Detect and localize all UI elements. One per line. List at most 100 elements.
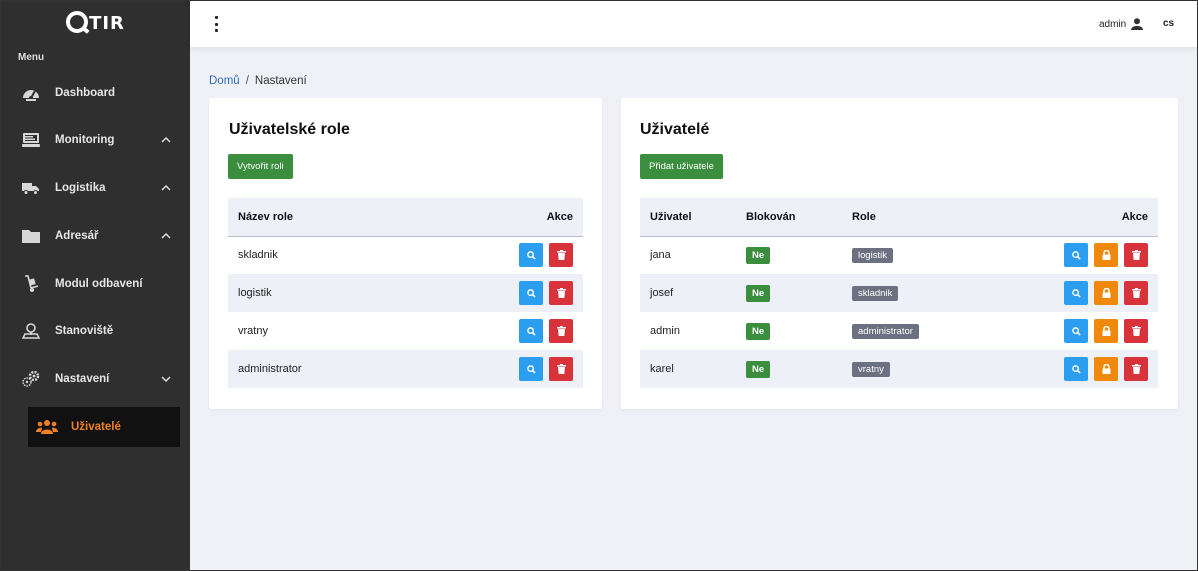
language-switch[interactable]: cs <box>1163 18 1174 29</box>
app-logo[interactable]: TIR <box>1 11 190 34</box>
search-icon <box>1071 364 1081 374</box>
monitor-icon <box>21 130 41 150</box>
view-role-button[interactable] <box>519 357 543 381</box>
sidebar-item-label: Modul odbavení <box>55 278 143 290</box>
table-row: skladnik <box>228 236 583 274</box>
view-role-button[interactable] <box>519 243 543 268</box>
sidebar-item-label: Adresář <box>55 230 99 242</box>
dashboard-gauge-icon <box>21 83 41 103</box>
sidebar-item-monitoring[interactable]: Monitoring <box>1 122 190 158</box>
breadcrumb-current: Nastavení <box>254 75 307 87</box>
sidebar-item-adresar[interactable]: Adresář <box>1 218 190 254</box>
users-group-icon <box>36 417 58 437</box>
search-icon <box>1071 250 1081 260</box>
table-row: administrator <box>228 350 583 388</box>
user-name: admin <box>650 325 680 337</box>
table-row: logistik <box>228 274 583 312</box>
create-role-button[interactable]: Vytvořit roli <box>228 154 293 179</box>
user-icon <box>1131 18 1144 30</box>
trash-icon <box>1131 288 1141 298</box>
hand-truck-icon <box>21 274 41 294</box>
sidebar-item-label: Dashboard <box>55 87 116 99</box>
column-header-actions: Akce <box>1121 210 1148 223</box>
search-icon <box>1071 326 1081 336</box>
sidebar-item-stanoviste[interactable]: Stanoviště <box>1 313 190 349</box>
column-header-role-name[interactable]: Název role <box>228 198 409 236</box>
trash-icon <box>1131 364 1141 374</box>
sidebar-item-label: Nastavení <box>55 373 110 385</box>
lock-icon <box>1102 364 1110 374</box>
delete-role-button[interactable] <box>549 319 573 343</box>
sidebar-subitem-label: Uživatelé <box>71 421 121 433</box>
blocked-badge: Ne <box>746 360 771 378</box>
trash-icon <box>556 364 566 374</box>
view-user-button[interactable] <box>1064 357 1088 381</box>
sidebar-item-nastaveni[interactable]: Nastavení <box>1 361 190 397</box>
chevron-up-icon[interactable] <box>161 231 171 241</box>
blocked-badge: Ne <box>746 246 771 264</box>
trash-icon <box>1131 250 1141 261</box>
truck-icon <box>21 178 41 198</box>
username: admin <box>1099 18 1127 30</box>
block-user-button[interactable] <box>1094 281 1118 305</box>
view-role-button[interactable] <box>519 281 543 305</box>
gears-icon <box>21 369 41 389</box>
user-menu[interactable]: admin <box>1099 18 1144 30</box>
app-frame: TIR Menu Dashboard Monitoring Logistika <box>0 0 1198 571</box>
more-vertical-icon[interactable] <box>213 16 219 32</box>
sidebar-item-logistika[interactable]: Logistika <box>1 170 190 206</box>
sidebar-subitem-uzivatele[interactable]: Uživatelé <box>28 407 180 447</box>
table-row: vratny <box>228 312 583 350</box>
search-icon <box>526 326 536 336</box>
lock-icon <box>1102 288 1110 298</box>
sidebar-item-modul-odbaveni[interactable]: Modul odbavení <box>1 266 190 302</box>
delete-user-button[interactable] <box>1124 319 1148 343</box>
map-pin-icon <box>21 321 41 341</box>
view-user-button[interactable] <box>1064 319 1088 343</box>
delete-role-button[interactable] <box>549 357 573 381</box>
search-icon <box>526 364 536 374</box>
delete-role-button[interactable] <box>549 281 573 305</box>
blocked-badge: Ne <box>746 322 771 340</box>
delete-user-button[interactable] <box>1124 243 1148 268</box>
logo-text: TIR <box>89 13 125 34</box>
block-user-button[interactable] <box>1094 319 1118 343</box>
breadcrumb-home-link[interactable]: Domů <box>209 75 240 87</box>
users-card: Uživatelé Přidat uživatele Uživatel Blok… <box>621 98 1178 409</box>
table-header-row: Uživatel Blokován Role Akce <box>640 198 1158 236</box>
delete-user-button[interactable] <box>1124 357 1148 381</box>
trash-icon <box>556 250 566 261</box>
view-role-button[interactable] <box>519 319 543 343</box>
sidebar-item-dashboard[interactable]: Dashboard <box>1 75 190 111</box>
chevron-down-icon[interactable] <box>161 374 171 384</box>
topbar: admin cs <box>190 1 1197 47</box>
chevron-up-icon[interactable] <box>161 183 171 193</box>
role-name: vratny <box>238 325 268 337</box>
search-icon <box>526 250 536 260</box>
block-user-button[interactable] <box>1094 243 1118 268</box>
table-header-row: Název role Akce <box>228 198 583 236</box>
block-user-button[interactable] <box>1094 357 1118 381</box>
view-user-button[interactable] <box>1064 243 1088 268</box>
delete-user-button[interactable] <box>1124 281 1148 305</box>
delete-role-button[interactable] <box>549 243 573 268</box>
lock-icon <box>1102 326 1110 336</box>
menu-label: Menu <box>18 52 45 63</box>
column-header-role[interactable]: Role <box>842 198 992 236</box>
sidebar-item-label: Stanoviště <box>55 325 114 337</box>
role-badge: vratny <box>852 361 890 377</box>
table-row: admin Ne administrator <box>640 312 1158 350</box>
search-icon <box>1071 288 1081 298</box>
folder-icon <box>21 226 41 246</box>
column-header-user[interactable]: Uživatel <box>640 198 736 236</box>
role-name: administrator <box>238 363 302 375</box>
column-header-blocked[interactable]: Blokován <box>736 198 842 236</box>
role-name: skladnik <box>238 249 278 262</box>
chevron-up-icon[interactable] <box>161 135 171 145</box>
table-row: karel Ne vratny <box>640 350 1158 388</box>
sidebar-item-label: Monitoring <box>55 134 115 146</box>
breadcrumb-separator: / <box>245 75 249 87</box>
add-user-button[interactable]: Přidat uživatele <box>640 154 723 179</box>
view-user-button[interactable] <box>1064 281 1088 305</box>
roles-card: Uživatelské role Vytvořit roli Název rol… <box>209 98 602 409</box>
